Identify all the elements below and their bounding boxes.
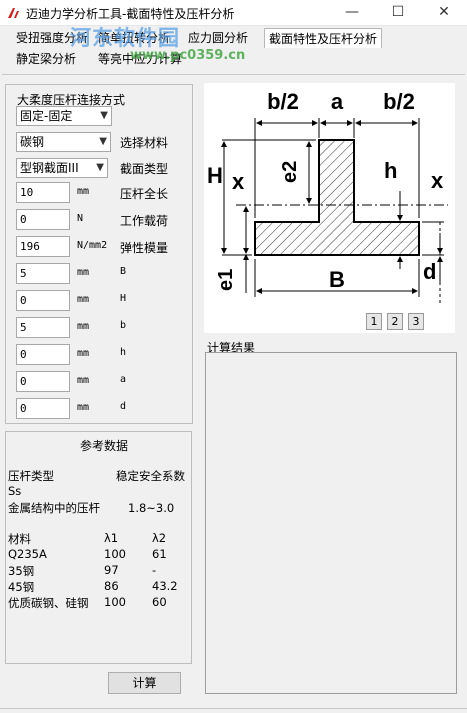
dim-label-d: d	[423, 259, 436, 284]
bottom-divider	[0, 708, 467, 709]
reference-row-l2: 61	[152, 547, 167, 561]
dim-label-e2: e2	[279, 161, 301, 183]
result-textarea[interactable]	[205, 352, 457, 694]
d-label: d	[120, 401, 127, 412]
connection-select[interactable]: 固定-固定 ▼	[16, 106, 112, 126]
modulus-label: 弹性模量	[120, 241, 169, 255]
app-logo-icon	[8, 8, 19, 18]
H-label: H	[120, 293, 127, 304]
chevron-down-icon: ▼	[99, 136, 107, 147]
page-button-3[interactable]: 3	[408, 313, 424, 330]
a-label: a	[120, 374, 127, 385]
reference-row-material: 35钢	[8, 564, 35, 578]
a-unit: mm	[77, 375, 90, 386]
load-input[interactable]: 0	[16, 209, 70, 230]
reference-row-l2: 43.2	[152, 579, 178, 593]
close-button[interactable]: ✕	[421, 0, 467, 26]
tab-bar: 受扭强度分析 简单扭转分析 应力圆分析 截面特性及压杆分析 静定梁分析 等亮中应…	[0, 26, 467, 74]
b-input[interactable]: 5	[16, 317, 70, 338]
tab-section-column[interactable]: 截面特性及压杆分析	[264, 28, 383, 48]
dim-label-x-right: x	[431, 168, 444, 193]
reference-row-l2: -	[152, 563, 157, 577]
B-input[interactable]: 5	[16, 263, 70, 284]
dim-label-x-left: x	[232, 169, 245, 194]
b-unit: mm	[77, 321, 90, 332]
reference-lambda1-col: λ1	[104, 531, 119, 545]
dim-label-a: a	[331, 89, 344, 114]
reference-row-material: Q235A	[8, 547, 47, 561]
dim-label-B: B	[329, 267, 345, 292]
reference-metal-row: 金属结构中的压杆	[8, 501, 100, 515]
section-type-value: 型钢截面III	[20, 161, 79, 175]
reference-row-l1: 100	[104, 595, 126, 609]
reference-row-material: 45钢	[8, 580, 35, 594]
section-type-label: 截面类型	[120, 162, 169, 176]
length-unit: mm	[77, 186, 90, 197]
modulus-unit: N/mm2	[77, 240, 108, 251]
dim-label-b-half-left: b/2	[267, 89, 299, 114]
d-unit: mm	[77, 402, 90, 413]
reference-row-l1: 86	[104, 579, 119, 593]
calculate-button[interactable]: 计算	[108, 672, 181, 694]
reference-title: 参考数据	[80, 439, 129, 453]
reference-row-l1: 100	[104, 547, 126, 561]
b-label: b	[120, 320, 127, 331]
window-title: 迈迪力学分析工具-截面特性及压杆分析	[26, 7, 235, 21]
reference-lambda2-col: λ2	[152, 531, 167, 545]
reference-row-l2: 60	[152, 595, 167, 609]
load-unit: N	[77, 213, 84, 224]
length-input[interactable]: 10	[16, 182, 70, 203]
section-diagram: b/2 a b/2 H x e2 h x e1 B d	[204, 83, 455, 333]
d-input[interactable]: 0	[16, 398, 70, 419]
page-button-1[interactable]: 1	[366, 313, 382, 330]
tab-equal-stress[interactable]: 等亮中应力计算	[94, 49, 186, 69]
modulus-input[interactable]: 196	[16, 236, 70, 257]
maximize-button[interactable]: ☐	[375, 0, 421, 26]
title-bar: 迈迪力学分析工具-截面特性及压杆分析 — ☐ ✕	[0, 0, 467, 26]
dim-label-H: H	[207, 163, 223, 188]
chevron-down-icon: ▼	[100, 110, 108, 121]
dim-label-e1: e1	[215, 269, 237, 291]
reference-metal-value: 1.8~3.0	[128, 501, 175, 515]
reference-type-header: 压杆类型	[8, 469, 54, 483]
reference-material-col: 材料	[8, 532, 31, 546]
h-unit: mm	[77, 348, 90, 359]
material-value: 碳钢	[20, 135, 45, 149]
reference-row-l1: 97	[104, 563, 119, 577]
page-button-2[interactable]: 2	[387, 313, 403, 330]
t-section-drawing: b/2 a b/2 H x e2 h x e1 B d	[207, 89, 448, 303]
tab-torsion-strength[interactable]: 受扭强度分析	[12, 28, 92, 48]
h-input[interactable]: 0	[16, 344, 70, 365]
connection-value: 固定-固定	[20, 109, 73, 123]
load-label: 工作载荷	[120, 214, 169, 228]
tab-simple-torsion[interactable]: 简单扭转分析	[94, 28, 174, 48]
reference-safety-header: 稳定安全系数	[116, 469, 185, 483]
B-label: B	[120, 266, 127, 277]
dim-label-h: h	[384, 158, 397, 183]
chevron-down-icon: ▼	[96, 162, 104, 173]
H-input[interactable]: 0	[16, 290, 70, 311]
minimize-button[interactable]: —	[329, 0, 375, 26]
material-label: 选择材料	[120, 136, 169, 150]
reference-row-material: 优质碳钢、硅钢	[8, 596, 89, 610]
tab-stress-circle[interactable]: 应力圆分析	[184, 28, 252, 48]
material-select[interactable]: 碳钢 ▼	[16, 132, 111, 152]
length-label: 压杆全长	[120, 187, 169, 201]
h-label: h	[120, 347, 127, 358]
section-type-select[interactable]: 型钢截面III ▼	[16, 158, 108, 178]
tab-static-beam[interactable]: 静定梁分析	[12, 49, 80, 69]
H-unit: mm	[77, 294, 90, 305]
a-input[interactable]: 0	[16, 371, 70, 392]
dim-label-b-half-right: b/2	[383, 89, 415, 114]
B-unit: mm	[77, 267, 90, 278]
reference-ss: Ss	[8, 484, 22, 498]
